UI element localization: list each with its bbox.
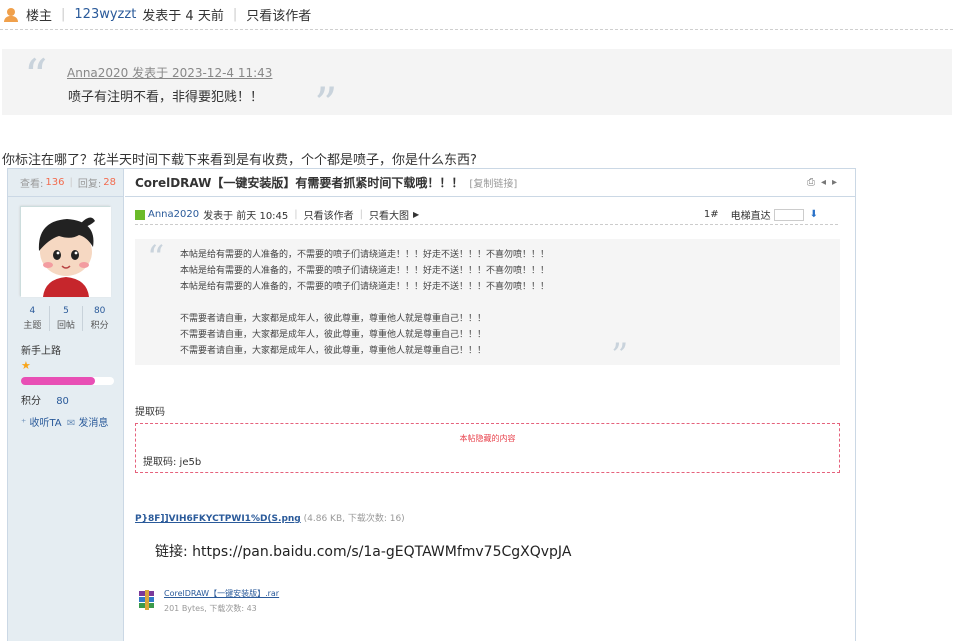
attachment-rar-link[interactable]: CorelDRAW【一键安装版】.rar: [164, 588, 279, 599]
floor-jump: 1# 电梯直达 ⬇: [704, 207, 818, 222]
message-link[interactable]: 发消息: [78, 418, 108, 429]
print-prev-next-icons[interactable]: ⎙◂▸: [807, 177, 843, 188]
quote-open-icon: “: [24, 49, 48, 103]
only-author-link[interactable]: 只看该作者: [246, 5, 311, 24]
post-time: 发表于 前天 10:45: [203, 211, 289, 222]
avatar-image: [21, 207, 111, 297]
reply-text: 你标注在哪了？花半天时间下载下来看到是有收费，个个都是喷子，你是什么东西?: [2, 153, 477, 168]
only-author-link[interactable]: 只看该作者: [304, 207, 354, 222]
user-points: 积分 80: [21, 396, 69, 407]
post-header: 楼主 | 123wyzzt 发表于 4 天前 | 只看该作者: [0, 0, 953, 30]
post-quote: “ 本帖是给有需要的人准备的，不需要的喷子们请绕道走！！！好走不送！！！不喜勿喷…: [135, 238, 840, 373]
quote-line: 本帖是给有需要的人准备的，不需要的喷子们请绕道走！！！好走不送！！！不喜勿喷！！…: [180, 282, 550, 292]
quote-author[interactable]: Anna2020 发表于 2023-12-4 11:43: [67, 64, 272, 81]
sidebar-actions: ⁺ 收听TA ✉ 发消息: [21, 414, 108, 429]
reply-count: 28: [103, 177, 116, 188]
quote-close-icon: ”: [611, 336, 629, 376]
embedded-screenshot: 查看: 136 | 回复: 28 4 主题 5 回帖 80 积分 新手上路 ★ …: [7, 168, 856, 641]
post-title: CorelDRAW【一键安装版】有需要者抓紧时间下载哦！！！: [135, 176, 464, 190]
floor-number: 1#: [703, 209, 719, 220]
quote-line: 本帖是给有需要的人准备的，不需要的喷子们请绕道走！！！好走不送！！！不喜勿喷！！…: [180, 250, 550, 260]
floor-input[interactable]: [773, 208, 804, 221]
extraction-code: 提取码: je5b: [143, 457, 202, 468]
elevator-label: 电梯直达: [730, 211, 771, 222]
stat-points[interactable]: 80 积分: [83, 306, 116, 331]
quote-block: “ Anna2020 发表于 2023-12-4 11:43 喷子有注明不看，非…: [2, 49, 952, 127]
rar-archive-icon: [139, 590, 154, 610]
post-main: CorelDRAW【一键安装版】有需要者抓紧时间下载哦！！！ [复制链接] ⎙◂…: [125, 169, 855, 641]
hidden-content-title: 本帖隐藏的内容: [459, 434, 516, 443]
quote-line: 不需要者请自重，大家都是成年人，彼此尊重，尊重他人就是尊重自己！！！: [180, 314, 487, 324]
view-reply-counts: 查看: 136 | 回复: 28: [8, 169, 123, 197]
caret-right-icon: ▶: [413, 210, 420, 219]
online-icon: [135, 209, 145, 220]
attachment-image-meta: (4.86 KB, 下载次数: 16): [303, 514, 405, 524]
author-link[interactable]: 123wyzzt: [74, 7, 136, 22]
only-big-images-link[interactable]: 只看大图: [369, 207, 409, 222]
baidu-link[interactable]: 链接: https://pan.baidu.com/s/1a-gEQTAWMfm…: [155, 541, 571, 561]
quote-close-icon: ”: [314, 77, 338, 131]
user-stats: 4 主题 5 回帖 80 积分: [16, 306, 116, 331]
attachment-image-link[interactable]: P}8F]]VIH6FKYCTPWI1%D(S.png: [135, 514, 301, 524]
quote-text: 喷子有注明不看，非得要犯贱！！: [68, 90, 264, 105]
quote-line: 不需要者请自重，大家都是成年人，彼此尊重，尊重他人就是尊重自己！！！: [180, 346, 487, 356]
hidden-content-box: 本帖隐藏的内容 提取码: je5b: [135, 423, 840, 473]
copy-link[interactable]: [复制链接]: [469, 175, 517, 190]
posted-time: 发表于 4 天前: [142, 9, 224, 24]
view-count: 136: [45, 177, 65, 188]
follow-link[interactable]: 收听TA: [29, 418, 61, 429]
post-meta: Anna2020 发表于 前天 10:45 | 只看该作者 | 只看大图 ▶ 1…: [135, 205, 838, 225]
stat-replies[interactable]: 5 回帖: [50, 306, 84, 331]
star-icon: ★: [21, 359, 31, 372]
quote-open-icon: “: [147, 238, 165, 278]
arrow-down-icon[interactable]: ⬇: [810, 209, 818, 220]
code-label: 提取码: [135, 407, 165, 418]
attachment-rar-meta: 201 Bytes, 下载次数: 43: [164, 604, 257, 613]
post-author[interactable]: Anna2020: [148, 209, 199, 220]
post-title-row: CorelDRAW【一键安装版】有需要者抓紧时间下载哦！！！ [复制链接] ⎙◂…: [125, 169, 855, 197]
rank-progress-fill: [21, 377, 96, 385]
user-sidebar: 查看: 136 | 回复: 28 4 主题 5 回帖 80 积分 新手上路 ★ …: [8, 169, 124, 641]
user-rank: 新手上路: [21, 346, 61, 357]
quote-line: 不需要者请自重，大家都是成年人，彼此尊重，尊重他人就是尊重自己！！！: [180, 330, 487, 340]
rank-progress-bar: [21, 377, 114, 385]
quote-line: 本帖是给有需要的人准备的，不需要的喷子们请绕道走！！！好走不送！！！不喜勿喷！！…: [180, 266, 550, 276]
stat-topics[interactable]: 4 主题: [16, 306, 50, 331]
user-icon: [4, 7, 18, 22]
follow-icon: ⁺: [21, 418, 27, 429]
role-label: 楼主: [26, 9, 53, 24]
attachment-image: P}8F]]VIH6FKYCTPWI1%D(S.png (4.86 KB, 下载…: [135, 511, 405, 524]
message-icon: ✉: [66, 418, 76, 429]
avatar[interactable]: [20, 206, 111, 297]
